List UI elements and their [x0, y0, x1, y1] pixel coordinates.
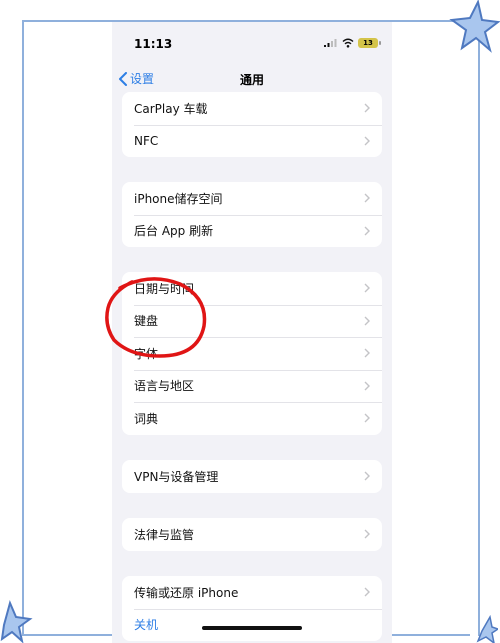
- list-item-label: 关机: [134, 618, 159, 633]
- list-item-iphone-storage[interactable]: iPhone储存空间: [122, 182, 382, 215]
- list-item-date-time[interactable]: 日期与时间: [122, 272, 382, 305]
- list-item-background-refresh[interactable]: 后台 App 刷新: [122, 214, 382, 248]
- chevron-right-icon: [364, 283, 370, 293]
- settings-group-carplay-nfc: CarPlay 车载 NFC: [122, 92, 382, 157]
- wifi-icon: [342, 38, 354, 48]
- chevron-right-icon: [364, 103, 370, 113]
- settings-group-transfer: 传输或还原 iPhone 关机: [122, 576, 382, 641]
- list-item-legal[interactable]: 法律与监管: [122, 518, 382, 551]
- list-item-nfc[interactable]: NFC: [122, 124, 382, 158]
- chevron-right-icon: [364, 226, 370, 235]
- list-item-label: 日期与时间: [134, 281, 195, 296]
- status-indicators: 13: [324, 38, 381, 48]
- star-decoration-icon: [0, 599, 33, 643]
- chevron-right-icon: [364, 529, 370, 539]
- chevron-right-icon: [364, 413, 370, 423]
- chevron-right-icon: [364, 316, 370, 325]
- chevron-right-icon: [364, 587, 370, 597]
- frame-left-line: [22, 20, 24, 636]
- signal-icon: [324, 39, 337, 47]
- settings-group-storage: iPhone储存空间 后台 App 刷新: [122, 182, 382, 247]
- page-title: 通用: [239, 73, 264, 87]
- list-item-keyboard[interactable]: 键盘: [122, 304, 382, 338]
- list-item-language-region[interactable]: 语言与地区: [122, 369, 382, 403]
- settings-group-language: 日期与时间 键盘 字体 语言与地区 词典: [122, 272, 382, 435]
- chevron-right-icon: [364, 471, 370, 481]
- list-item-label: 法律与监管: [134, 527, 195, 542]
- list-item-label: NFC: [134, 133, 159, 148]
- list-item-label: 词典: [134, 411, 159, 426]
- phone-screen: 11:13 13 设置 通用 CarPlay 车载 NFC iPhone储存空间…: [112, 22, 392, 643]
- list-item-shutdown[interactable]: 关机: [122, 608, 382, 642]
- battery-icon: 13: [358, 38, 381, 48]
- list-item-label: 语言与地区: [134, 379, 195, 394]
- list-item-label: 后台 App 刷新: [134, 224, 214, 239]
- list-item-vpn[interactable]: VPN与设备管理: [122, 460, 382, 493]
- list-item-label: iPhone储存空间: [134, 191, 223, 206]
- chevron-right-icon: [364, 348, 370, 358]
- status-time: 11:13: [134, 37, 173, 51]
- chevron-right-icon: [364, 193, 370, 203]
- settings-group-vpn: VPN与设备管理: [122, 460, 382, 493]
- settings-group-legal: 法律与监管: [122, 518, 382, 551]
- chevron-right-icon: [364, 381, 370, 390]
- star-decoration-icon: [449, 0, 500, 53]
- frame-right-line: [478, 20, 480, 636]
- list-item-transfer-reset[interactable]: 传输或还原 iPhone: [122, 576, 382, 609]
- star-decoration-icon: [476, 614, 498, 643]
- list-item-fonts[interactable]: 字体: [122, 337, 382, 370]
- list-item-label: CarPlay 车载: [134, 101, 208, 116]
- chevron-right-icon: [364, 136, 370, 145]
- list-item-dictionary[interactable]: 词典: [122, 402, 382, 435]
- list-item-label: VPN与设备管理: [134, 469, 219, 484]
- status-bar: 11:13 13: [112, 22, 392, 66]
- list-item-label: 传输或还原 iPhone: [134, 585, 239, 600]
- list-item-carplay[interactable]: CarPlay 车载: [122, 92, 382, 125]
- list-item-label: 键盘: [134, 314, 159, 329]
- home-indicator: [202, 626, 302, 630]
- list-item-label: 字体: [134, 346, 159, 361]
